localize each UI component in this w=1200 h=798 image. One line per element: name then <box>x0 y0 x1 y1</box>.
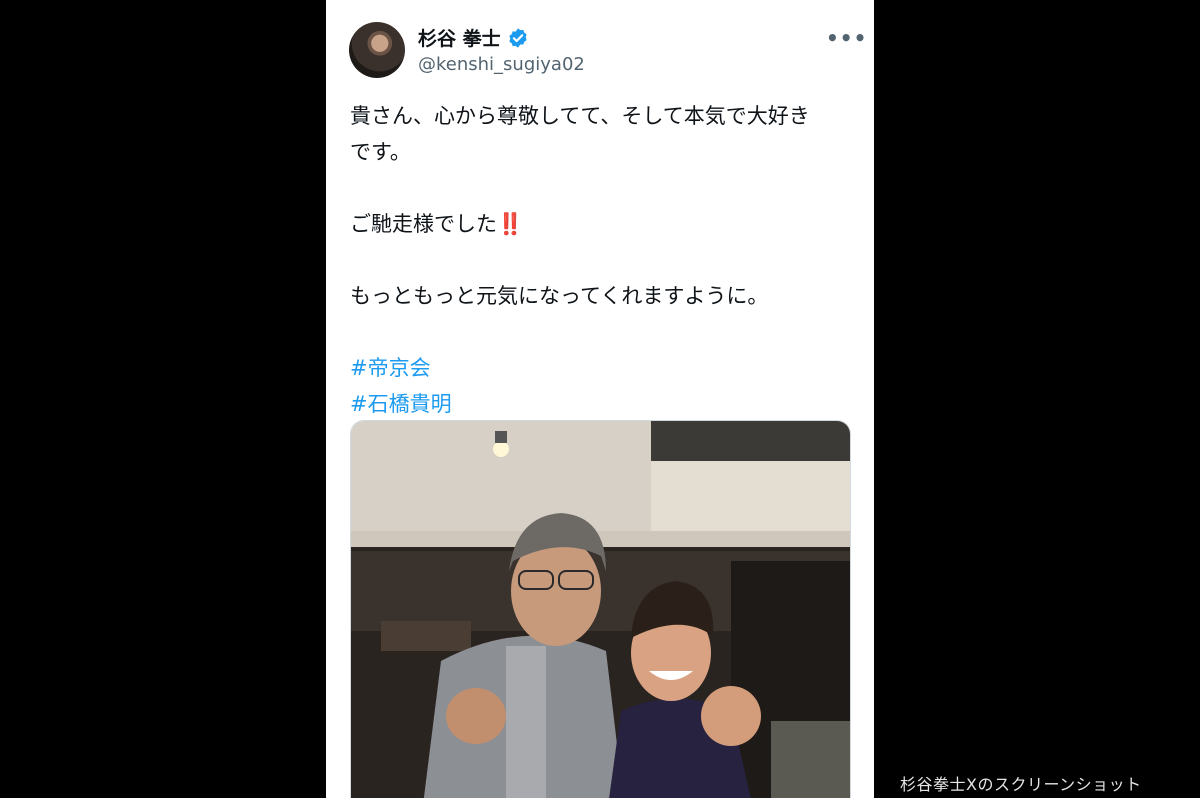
tweet-line-2: です。 <box>350 140 411 164</box>
photo-illustration <box>351 421 850 798</box>
tweet-text: 貴さん、心から尊敬してて、そして本気で大好き です。 ご馳走様でした‼️ もっと… <box>350 98 855 422</box>
author-name-row: 杉谷 拳士 <box>418 24 529 51</box>
hashtag-link[interactable]: #帝京会 <box>350 350 855 386</box>
avatar[interactable] <box>349 22 405 78</box>
tweet-photo[interactable] <box>350 420 851 798</box>
handle[interactable]: @kenshi_sugiya02 <box>418 54 585 75</box>
image-caption: 杉谷拳士Xのスクリーンショット <box>900 775 1142 794</box>
tweet-line-3: ご馳走様でした‼️ <box>350 212 524 236</box>
double-exclamation-emoji: ‼️ <box>497 212 524 236</box>
verified-badge-icon <box>509 27 527 48</box>
hashtag-link[interactable]: #石橋貴明 <box>350 386 855 422</box>
display-name[interactable]: 杉谷 拳士 <box>418 24 501 51</box>
tweet-line-4: もっともっと元気になってくれますように。 <box>350 284 769 308</box>
more-options-icon[interactable]: ••• <box>826 26 867 50</box>
tweet-line-1: 貴さん、心から尊敬してて、そして本気で大好き <box>350 104 810 128</box>
tweet-card: 杉谷 拳士 @kenshi_sugiya02 ••• 貴さん、心から尊敬してて、… <box>326 0 874 798</box>
